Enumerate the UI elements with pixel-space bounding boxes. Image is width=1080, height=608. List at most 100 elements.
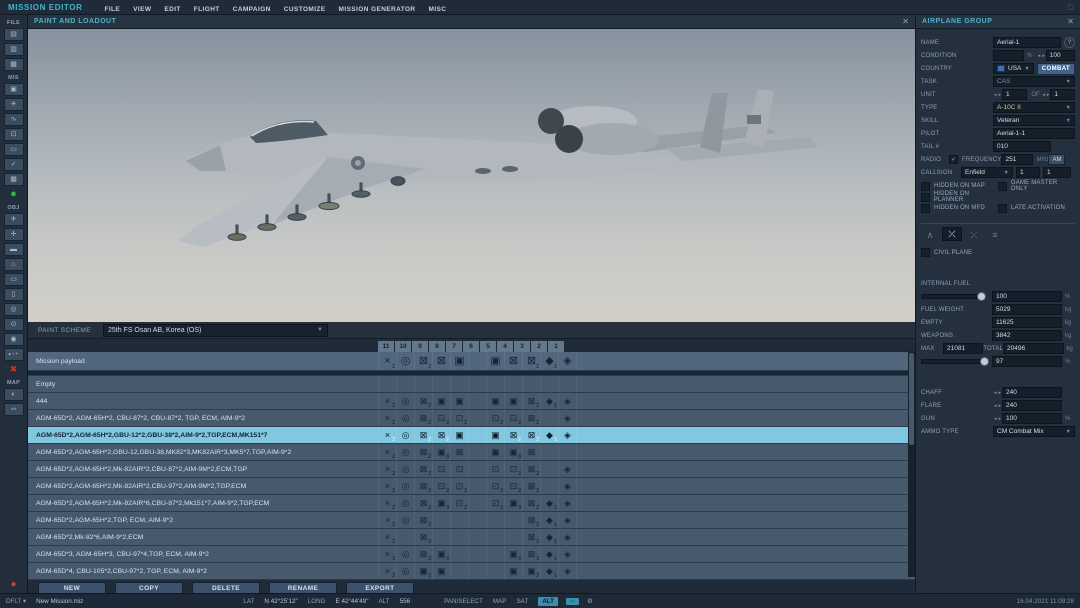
internal-fuel-slider[interactable] xyxy=(921,294,986,299)
rules-icon[interactable]: ⊡ xyxy=(4,128,24,141)
chaff-input[interactable]: 240 xyxy=(1002,387,1062,398)
load-percent-slider[interactable] xyxy=(921,359,986,364)
map-view-button[interactable]: MAP xyxy=(493,598,507,605)
alt-view-button[interactable]: ALT xyxy=(538,597,558,606)
helicopter-group-icon[interactable]: ✛ xyxy=(4,228,24,241)
tab-aircraft-additional[interactable]: ⤬ xyxy=(965,229,983,241)
fly-mission-icon[interactable]: ● xyxy=(4,188,24,201)
condition-bar[interactable] xyxy=(993,50,1024,61)
shapes-trio-icon[interactable]: ▴○▪ xyxy=(4,348,24,361)
paint-scheme-select[interactable]: 25th FS Osan AB, Korea (OS) ▼ xyxy=(103,324,328,337)
frequency-input[interactable]: 251 xyxy=(1001,154,1033,165)
collapse-panel-icon[interactable]: ∧ xyxy=(921,229,939,241)
menu-view[interactable]: VIEW xyxy=(133,6,151,13)
pan-select-button[interactable]: PAN/SELECT xyxy=(444,598,483,605)
open-mission-icon[interactable]: ▥ xyxy=(4,43,24,56)
game-master-only-checkbox[interactable] xyxy=(998,182,1007,191)
unit-spinner[interactable]: ◂▸ xyxy=(993,92,1002,98)
aircraft-group-icon[interactable]: ✈ xyxy=(4,213,24,226)
slider-knob[interactable] xyxy=(980,357,989,366)
loadout-row[interactable]: AGM-65D*2,Mk-82*6,AIM-9*2,ECM×2⊠3⊠3◆1◈ xyxy=(28,529,915,546)
scrollbar-thumb[interactable] xyxy=(909,353,914,445)
distance-tool-icon[interactable]: ⊙ xyxy=(4,318,24,331)
task-select[interactable]: CAS ▼ xyxy=(993,76,1075,87)
gun-spinner[interactable]: ◂▸ xyxy=(993,416,1002,422)
ship-group-icon[interactable]: ⌂ xyxy=(4,258,24,271)
loadout-row[interactable]: AGM-65D*2,AGM-65H*2,TGP, ECM, AIM-9*2×2◎… xyxy=(28,512,915,529)
gun-input[interactable]: 100 xyxy=(1002,413,1062,424)
table-scrollbar[interactable] xyxy=(908,351,915,577)
pilot-input[interactable]: Aerial-1-1 xyxy=(993,128,1075,139)
options-icon[interactable]: ▭ xyxy=(4,143,24,156)
waypoint-icon[interactable]: ◉ xyxy=(4,333,24,346)
name-input[interactable]: Aerial-1 xyxy=(993,37,1061,48)
hidden-on-planner-checkbox[interactable] xyxy=(921,193,930,202)
delete-object-icon[interactable]: ✖ xyxy=(4,363,24,376)
help-icon[interactable]: ? xyxy=(1064,37,1075,48)
sat-view-button[interactable]: SAT xyxy=(516,598,528,605)
condition-input[interactable]: 100 xyxy=(1046,50,1075,61)
tab-payload[interactable]: ⤫ xyxy=(942,227,962,241)
callsign-select[interactable]: Enfield ▼ xyxy=(961,167,1013,178)
map-links-icon[interactable]: ⇿ xyxy=(4,403,24,416)
menu-mission-generator[interactable]: MISSION GENERATOR xyxy=(339,6,416,13)
internal-fuel-input[interactable]: 100 xyxy=(992,291,1062,302)
menu-misc[interactable]: MISC xyxy=(429,6,447,13)
mission-payload-row[interactable]: Mission payload×2◎⊠2⊠▣▣⊠⊠2◆1◈ xyxy=(28,352,915,371)
callsign-flight-input[interactable]: 1 xyxy=(1016,167,1040,178)
hidden-on-mfd-checkbox[interactable] xyxy=(921,204,930,213)
theme-dropdown[interactable]: DFLT ▾ xyxy=(6,598,26,605)
type-select[interactable]: A-10C II ▼ xyxy=(993,102,1075,113)
loadout-row[interactable]: AGM-65D*2,AGM-65H*2,GBU-12*2,GBU-38*2,AI… xyxy=(28,427,915,444)
condition-spinner[interactable]: ◂▸ xyxy=(1037,53,1046,59)
close-icon[interactable]: ✕ xyxy=(902,17,909,26)
loadout-row[interactable]: AGM-65D*2,AGM-65H*2,GBU-12,GBU-38,MK82*3… xyxy=(28,444,915,461)
chaff-spinner[interactable]: ◂▸ xyxy=(993,390,1002,396)
window-controls-icon[interactable]: ▢ xyxy=(1067,3,1074,11)
trigger-zone-icon[interactable]: ◎ xyxy=(4,303,24,316)
new-mission-icon[interactable]: ▤ xyxy=(4,28,24,41)
menu-flight[interactable]: FLIGHT xyxy=(194,6,220,13)
max-weight-input[interactable]: 21081 xyxy=(943,343,983,354)
radio-checkbox[interactable]: ✓ xyxy=(949,155,958,164)
menu-edit[interactable]: EDIT xyxy=(164,6,180,13)
tail-input[interactable]: 010 xyxy=(993,141,1051,152)
briefing-icon[interactable]: ▣ xyxy=(4,83,24,96)
slider-knob[interactable] xyxy=(977,292,986,301)
close-icon[interactable]: ✕ xyxy=(1067,17,1074,26)
late-activation-checkbox[interactable] xyxy=(998,204,1007,213)
loadout-row[interactable]: AGM-65D*2,AGM-65H*2,Mk-82AIR*6,CBU-87*2,… xyxy=(28,495,915,512)
settings-gear-icon[interactable]: ⚙ xyxy=(587,598,593,605)
loadout-row[interactable]: Empty xyxy=(28,376,915,393)
static-object-icon[interactable]: ▭ xyxy=(4,273,24,286)
save-mission-icon[interactable]: ▦ xyxy=(4,58,24,71)
combat-button[interactable]: COMBAT xyxy=(1037,63,1075,75)
record-indicator-icon[interactable]: ● xyxy=(10,579,16,590)
civil-plane-checkbox[interactable] xyxy=(921,248,930,257)
fit-view-icon[interactable]: ⇔ xyxy=(566,598,579,605)
callsign-number-input[interactable]: 1 xyxy=(1043,167,1071,178)
loadout-row[interactable]: 444×2◎⊠2▣▣▣▣⊠2◆1◈ xyxy=(28,393,915,410)
ammo-type-select[interactable]: CM Combat Mix ▼ xyxy=(993,426,1075,437)
vehicle-group-icon[interactable]: ▬ xyxy=(4,243,24,256)
flare-spinner[interactable]: ◂▸ xyxy=(993,403,1002,409)
loadout-row[interactable]: AGM-65D*3, AGM-65H*3, CBU-97*4,TGP, ECM,… xyxy=(28,546,915,563)
map-layers-icon[interactable]: ◐ xyxy=(4,388,24,401)
tab-summary[interactable]: ≡ xyxy=(986,229,1004,241)
unit-count-input[interactable]: 1 xyxy=(1002,89,1027,100)
template-icon[interactable]: ▯ xyxy=(4,288,24,301)
loadout-row[interactable]: AGM-65D*2,AGM-65H*2,Mk-82AIR*2,CBU-87*2,… xyxy=(28,461,915,478)
loadout-row[interactable]: AGM-65D*4, CBU-105*2,CBU-97*2, TGP, ECM,… xyxy=(28,563,915,580)
flare-input[interactable]: 240 xyxy=(1002,400,1062,411)
unit-total-input[interactable]: 1 xyxy=(1050,89,1075,100)
country-select[interactable]: USA ▼ xyxy=(993,63,1034,74)
skill-select[interactable]: Veteran ▼ xyxy=(993,115,1075,126)
modulation-button[interactable]: AM xyxy=(1048,154,1065,165)
loadout-row[interactable]: AGM-65D*2,AGM-65H*2,Mk-82AIR*2,CBU-97*2,… xyxy=(28,478,915,495)
unit-total-spinner[interactable]: ◂▸ xyxy=(1041,92,1050,98)
route-tool-icon[interactable]: ∿ xyxy=(4,113,24,126)
goals-icon[interactable]: ✓ xyxy=(4,158,24,171)
weather-icon[interactable]: ☀ xyxy=(4,98,24,111)
menu-customize[interactable]: CUSTOMIZE xyxy=(284,6,326,13)
menu-file[interactable]: FILE xyxy=(104,6,120,13)
